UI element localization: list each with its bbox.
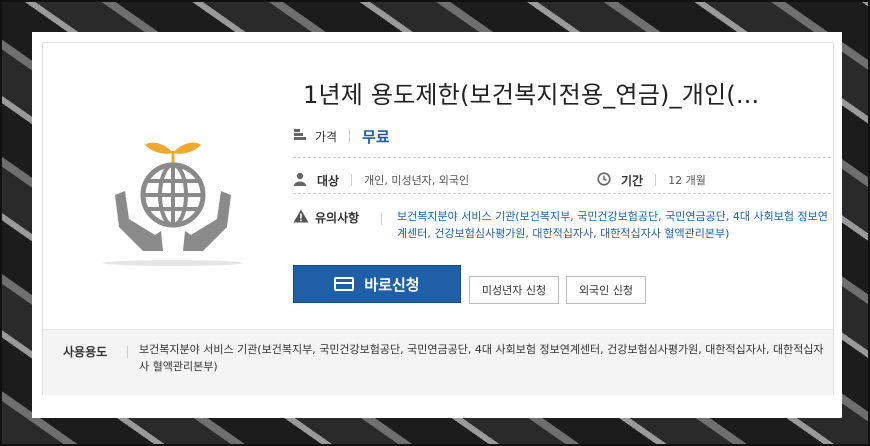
target-row: 대상 개인, 미성년자, 외국인 기간 12 개월	[293, 167, 831, 193]
usage-text: 보건복지분야 서비스 기관(보건복지부, 국민건강보험공단, 국민연금공단, 4…	[139, 343, 824, 373]
divider	[655, 174, 657, 186]
target-label: 대상	[317, 173, 340, 188]
divider	[351, 174, 353, 186]
usage-section: 사용용도 보건복지분야 서비스 기관(보건복지부, 국민건강보험공단, 국민연금…	[43, 329, 833, 395]
product-panel: 1년제 용도제한(보건복지전용_연금)_개인(... 가격 무료 대상 개인, …	[42, 42, 834, 395]
usage-label: 사용용도	[63, 345, 108, 359]
caution-label: 유의사항	[315, 211, 360, 225]
clock-icon	[597, 171, 611, 189]
minor-apply-button[interactable]: 미성년자 신청	[469, 276, 559, 304]
product-card: 1년제 용도제한(보건복지전용_연금)_개인(... 가격 무료 대상 개인, …	[32, 32, 842, 418]
divider	[293, 157, 831, 158]
person-icon	[293, 172, 307, 189]
apply-button-label: 바로신청	[364, 275, 420, 294]
price-row: 가격 무료	[293, 123, 831, 149]
price-value: 무료	[362, 127, 390, 146]
divider	[349, 130, 351, 142]
target-value: 개인, 미성년자, 외국인	[364, 174, 470, 187]
warning-icon	[293, 209, 309, 226]
globe-hands-icon	[103, 123, 243, 268]
card-icon	[334, 277, 355, 291]
coins-icon	[293, 128, 307, 145]
page-title: 1년제 용도제한(보건복지전용_연금)_개인(...	[303, 81, 760, 109]
divider	[127, 346, 128, 358]
period-value: 12 개월	[668, 174, 706, 187]
caution-head: 유의사항	[293, 209, 359, 226]
divider	[381, 213, 382, 225]
period-group: 기간 12 개월	[597, 167, 706, 193]
apply-button[interactable]: 바로신청	[293, 265, 461, 303]
caution-row: 유의사항 보건복지분야 서비스 기관(보건복지부, 국민건강보험공단, 국민연금…	[293, 207, 831, 267]
price-label: 가격	[315, 129, 338, 144]
caution-text: 보건복지분야 서비스 기관(보건복지부, 국민건강보험공단, 국민연금공단, 4…	[397, 210, 828, 240]
foreign-apply-button[interactable]: 외국인 신청	[566, 276, 646, 304]
divider	[293, 193, 831, 194]
period-label: 기간	[621, 173, 644, 188]
